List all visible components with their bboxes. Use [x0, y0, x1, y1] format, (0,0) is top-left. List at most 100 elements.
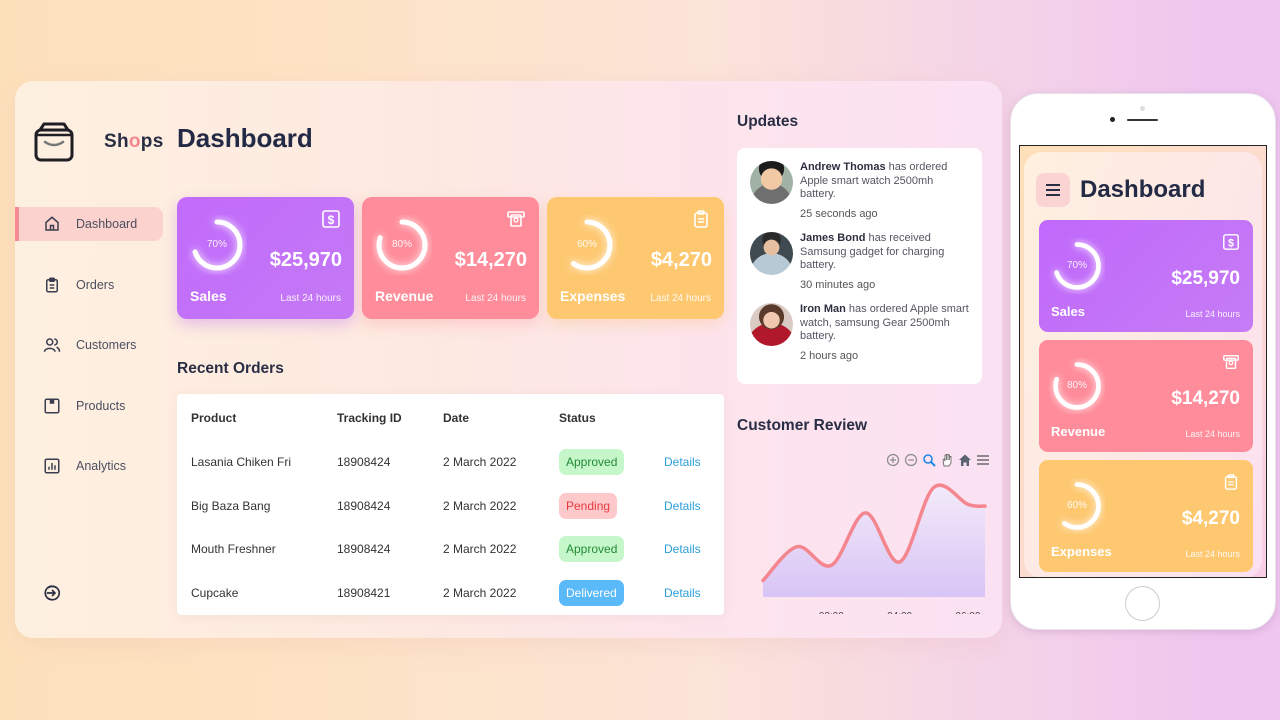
mobile-revenue-card[interactable]: 80% $14,270 Revenue Last 24 hours [1039, 340, 1253, 452]
phone-mockup: Dashboard 70% $ $25,970 Sales Last 24 ho… [1010, 93, 1276, 630]
updates-title: Updates [737, 113, 799, 130]
zoom-out-icon[interactable] [904, 453, 918, 467]
table-header-row: Product Tracking ID Date Status [177, 394, 724, 440]
logout-icon[interactable] [43, 584, 61, 602]
page-title: Dashboard [177, 123, 313, 153]
date-cell: 2 March 2022 [443, 454, 517, 469]
expenses-label: Expenses [560, 288, 626, 304]
expenses-percent: 60% [1066, 500, 1087, 511]
status-badge: Pending [559, 492, 618, 519]
svg-text:$: $ [328, 213, 335, 227]
hamburger-menu-button[interactable] [1036, 173, 1070, 207]
expenses-card[interactable]: 60% $4,270 Expenses Last 24 hours [547, 197, 724, 319]
details-link[interactable]: Details [664, 586, 701, 600]
users-icon [43, 338, 61, 352]
expenses-period: Last 24 hours [1185, 549, 1240, 559]
date-cell: 2 March 2022 [443, 498, 517, 513]
sidebar-item-label: Orders [76, 277, 115, 292]
expenses-value: $4,270 [650, 249, 712, 271]
sales-value: $25,970 [269, 249, 342, 271]
atm-icon [1223, 354, 1239, 370]
date-cell: 2 March 2022 [443, 542, 517, 557]
status-cell: Approved [559, 528, 664, 572]
phone-home-button[interactable] [1125, 586, 1160, 621]
column-header-tracking-id[interactable]: Tracking ID [337, 394, 443, 440]
revenue-label: Revenue [1051, 424, 1106, 439]
action-cell: Details [664, 528, 724, 572]
sidebar-item-customers[interactable]: Customers [15, 328, 163, 362]
dollar-icon: $ [1223, 234, 1239, 250]
column-header-date[interactable]: Date [443, 394, 559, 440]
sidebar-item-analytics[interactable]: Analytics [15, 449, 163, 483]
brand-logo[interactable]: Shops [32, 120, 164, 164]
expenses-value: $4,270 [1181, 508, 1240, 529]
sidebar-item-label: Analytics [76, 459, 127, 473]
sales-label: Sales [1051, 304, 1085, 319]
avatar [750, 161, 793, 204]
sales-period: Last 24 hours [1185, 309, 1240, 319]
clipboard-icon [694, 210, 708, 228]
revenue-card[interactable]: 80% $14,270 Revenue Last 24 hours [362, 197, 539, 319]
reset-home-icon[interactable] [958, 453, 972, 467]
sidebar-item-orders[interactable]: Orders [15, 268, 163, 302]
sidebar-item-products[interactable]: Products [15, 389, 163, 423]
zoom-in-icon[interactable] [886, 453, 900, 467]
phone-sensor [1140, 106, 1145, 111]
update-time: 30 minutes ago [800, 278, 876, 291]
menu-icon[interactable] [976, 453, 990, 467]
sidebar-item-dashboard[interactable]: Dashboard [15, 207, 163, 241]
update-time: 25 seconds ago [800, 207, 878, 220]
sidebar-item-label: Customers [76, 338, 137, 352]
mobile-page-title: Dashboard [1080, 176, 1206, 203]
sales-card[interactable]: 70% $ $25,970 Sales Last 24 hours [177, 197, 354, 319]
revenue-value: $14,270 [454, 249, 527, 271]
details-link[interactable]: Details [664, 499, 701, 513]
update-text: Iron Man has ordered Apple smart watch, … [800, 303, 969, 342]
sales-percent: 70% [1066, 260, 1087, 271]
recent-orders-title: Recent Orders [177, 360, 284, 377]
bar-chart-icon [44, 458, 60, 474]
selection-zoom-icon[interactable] [922, 453, 936, 467]
status-badge: Delivered [559, 580, 624, 607]
x-tick-label: 02:00 [819, 611, 844, 614]
tracking-id-cell: 18908424 [337, 542, 391, 557]
product-cell: Mouth Freshner [191, 542, 276, 557]
status-cell: Delivered [559, 571, 664, 615]
sidebar-item-label: Products [76, 398, 126, 413]
mobile-dashboard-panel: Dashboard 70% $ $25,970 Sales Last 24 ho… [1024, 152, 1262, 577]
column-header-product[interactable]: Product [177, 394, 337, 440]
column-header-status[interactable]: Status [559, 394, 664, 440]
chart-toolbar [886, 453, 990, 467]
update-item[interactable]: Andrew Thomas has ordered Apple smart wa… [750, 161, 970, 221]
sales-label: Sales [190, 288, 227, 304]
clipboard-icon [1224, 474, 1238, 490]
update-item[interactable]: Iron Man has ordered Apple smart watch, … [750, 303, 970, 363]
action-cell: Details [664, 440, 724, 484]
customer-review-chart: 02:00 04:00 06:00 [745, 449, 990, 622]
status-badge: Approved [559, 536, 625, 563]
shopping-bag-icon [34, 122, 74, 162]
details-link[interactable]: Details [664, 542, 701, 556]
atm-icon [507, 211, 525, 227]
details-link[interactable]: Details [664, 455, 701, 469]
revenue-percent: 80% [1066, 380, 1087, 391]
x-tick-label: 06:00 [955, 611, 980, 614]
mobile-expenses-card[interactable]: 60% $4,270 Expenses Last 24 hours [1039, 460, 1253, 572]
tracking-id-cell: 18908421 [337, 586, 391, 601]
update-item[interactable]: James Bond has received Samsung gadget f… [750, 232, 970, 292]
revenue-period: Last 24 hours [1185, 429, 1240, 439]
update-user-name: James Bond [800, 232, 866, 244]
table-row: Mouth Freshner 18908424 2 March 2022 App… [177, 528, 724, 572]
expenses-period: Last 24 hours [650, 293, 711, 304]
revenue-percent: 80% [391, 239, 412, 250]
date-cell: 2 March 2022 [443, 586, 517, 601]
sidebar-nav: Dashboard Orders Customers Products Anal… [15, 207, 165, 510]
sidebar-item-label: Dashboard [76, 217, 138, 231]
dashboard-panel: Shops Dashboard Orders Customers Product… [15, 81, 1002, 638]
action-cell: Details [664, 484, 724, 528]
mobile-sales-card[interactable]: 70% $ $25,970 Sales Last 24 hours [1039, 220, 1253, 332]
update-text: James Bond has received Samsung gadget f… [800, 232, 945, 271]
sales-percent: 70% [206, 239, 227, 250]
phone-speaker [1127, 119, 1158, 121]
pan-hand-icon[interactable] [940, 453, 954, 467]
